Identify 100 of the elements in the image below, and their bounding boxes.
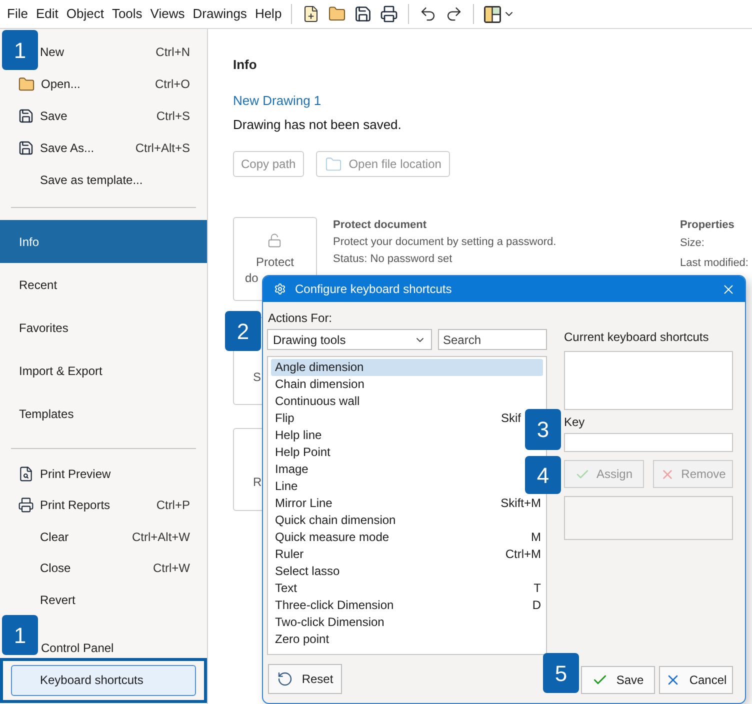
action-list-item[interactable]: Flip Skif <box>271 410 523 427</box>
sidebar-tab[interactable]: Templates <box>0 392 207 435</box>
shortcut-label: T <box>534 580 541 597</box>
folder-icon <box>324 156 342 172</box>
card-label: do <box>245 270 258 286</box>
action-list-item[interactable]: Quick measure mode M <box>271 529 543 546</box>
menu-item[interactable]: Print Preview <box>0 458 207 490</box>
menu-item-label: Save As... <box>40 140 94 157</box>
callout-badge: 1 <box>2 615 38 655</box>
card-status: Status: No password set <box>333 252 452 266</box>
card-label: S <box>253 369 262 385</box>
action-list-item[interactable]: Chain dimension <box>271 376 366 393</box>
callout-badge: 4 <box>525 456 561 494</box>
undo-icon[interactable] <box>418 5 437 23</box>
redo-icon[interactable] <box>444 5 463 23</box>
action-list-item[interactable]: Help Point <box>271 444 332 461</box>
menu-item[interactable]: Tools <box>108 5 146 23</box>
menu-item[interactable]: Save Ctrl+S <box>0 100 207 132</box>
action-list-item[interactable]: Line <box>271 478 300 495</box>
action-list-item[interactable]: Continuous wall <box>271 393 362 410</box>
menu-item[interactable]: Control Panel <box>40 632 115 664</box>
menu-item-label: Open... <box>41 76 80 93</box>
menu-item-label: Print Preview <box>40 466 111 483</box>
menu-item[interactable]: File <box>3 5 32 23</box>
printer-icon <box>18 497 34 514</box>
category-dropdown[interactable]: Drawing tools <box>267 329 432 350</box>
folder-icon[interactable] <box>328 5 346 23</box>
sidebar-tab[interactable]: Info <box>0 220 207 263</box>
menu-item[interactable]: Clear Ctrl+Alt+W <box>0 521 207 552</box>
menu-item-label: Save as template... <box>40 172 143 189</box>
save-icon <box>18 108 34 124</box>
menu-item[interactable]: Print Reports Ctrl+P <box>0 490 207 521</box>
shortcut-label: Ctrl+N <box>156 44 190 61</box>
shortcut-label: Ctrl+O <box>154 76 190 93</box>
callout-badge: 5 <box>543 653 579 693</box>
shortcut-label: D <box>532 597 541 614</box>
file-name-link[interactable]: New Drawing 1 <box>233 93 322 109</box>
action-list-item[interactable]: Select lasso <box>271 563 342 580</box>
menu-item[interactable]: Object <box>62 5 108 23</box>
action-list-item[interactable]: Quick chain dimension <box>271 512 398 529</box>
reset-button[interactable]: Reset <box>268 664 342 694</box>
shortcut-label: Ctrl+S <box>156 108 190 125</box>
sidebar-tab[interactable]: Favorites <box>0 306 207 349</box>
print-preview-icon <box>18 466 34 482</box>
reset-arrow-icon <box>276 671 293 687</box>
menu-item-label: Close <box>40 560 71 578</box>
dialog-button[interactable]: Cancel <box>659 666 733 694</box>
menu-item[interactable]: Save as template... <box>0 164 207 196</box>
action-list-item[interactable]: Text T <box>271 580 543 597</box>
action-list-item[interactable]: Image <box>271 461 310 478</box>
action-list-item[interactable]: Ruler Ctrl+M <box>271 546 543 563</box>
property-label: Last modified: <box>680 256 748 271</box>
card-title: Protect document <box>333 218 427 232</box>
menu-item[interactable]: Keyboard shortcuts <box>11 664 196 696</box>
save-icon <box>18 140 34 156</box>
action-list-item[interactable]: Mirror Line Skift+M <box>271 495 543 512</box>
menu-item-label: New <box>40 44 64 61</box>
action-list-item[interactable]: Angle dimension <box>271 359 543 376</box>
save-icon[interactable] <box>354 5 372 23</box>
new-file-icon[interactable] <box>302 5 320 23</box>
printer-icon[interactable] <box>380 5 398 23</box>
dialog-button[interactable]: Save <box>581 666 655 694</box>
callout-badge: 1 <box>2 30 38 70</box>
menu-item-label: Revert <box>40 592 76 609</box>
settings-icon <box>274 283 286 295</box>
key-field[interactable] <box>564 433 733 452</box>
menu-item[interactable]: Drawings <box>188 5 251 23</box>
save-status-text: Drawing has not been saved. <box>233 117 402 133</box>
action-list-item[interactable]: Three-click Dimension D <box>271 597 543 614</box>
callout-badge: 2 <box>225 311 261 351</box>
menu-item[interactable]: Views <box>146 5 189 23</box>
property-label: Size: <box>680 236 704 251</box>
callout-badge: 3 <box>525 409 561 450</box>
menu-item[interactable]: Revert <box>0 584 207 616</box>
properties-title: Properties <box>680 218 734 233</box>
sidebar-tab[interactable]: Import & Export <box>0 349 207 392</box>
menu-item[interactable]: Open... Ctrl+O <box>0 68 207 100</box>
menu-item-label: Save <box>40 108 68 125</box>
card-label: Protect <box>256 254 294 270</box>
sidebar-tab[interactable]: Recent <box>0 263 207 306</box>
folder-icon <box>18 76 35 92</box>
menu-item[interactable]: Close Ctrl+W <box>0 552 207 584</box>
search-field[interactable]: Search <box>438 329 547 350</box>
action-list-item[interactable]: Two-click Dimension <box>271 614 386 631</box>
shortcut-label: Skift+M <box>500 495 541 512</box>
page-heading: Info <box>233 57 257 73</box>
shortcut-label: Ctrl+P <box>156 497 190 514</box>
menu-item[interactable]: Save As... Ctrl+Alt+S <box>0 132 207 164</box>
menu-item-label: Clear <box>40 528 69 546</box>
layout-icon[interactable] <box>484 6 501 22</box>
shortcut-label: Skif <box>500 410 521 427</box>
menu-item-label: Print Reports <box>40 497 110 514</box>
action-list-item[interactable]: Help line <box>271 427 324 444</box>
actions-label: Actions For: <box>267 310 332 326</box>
menu-item[interactable]: Help <box>250 5 286 23</box>
shortcut-label: Ctrl+M <box>505 546 541 563</box>
menu-item[interactable]: Edit <box>32 5 62 23</box>
card-label: R <box>253 474 262 490</box>
action-list-item[interactable]: Zero point <box>271 631 332 648</box>
shortcut-label: M <box>531 529 541 546</box>
